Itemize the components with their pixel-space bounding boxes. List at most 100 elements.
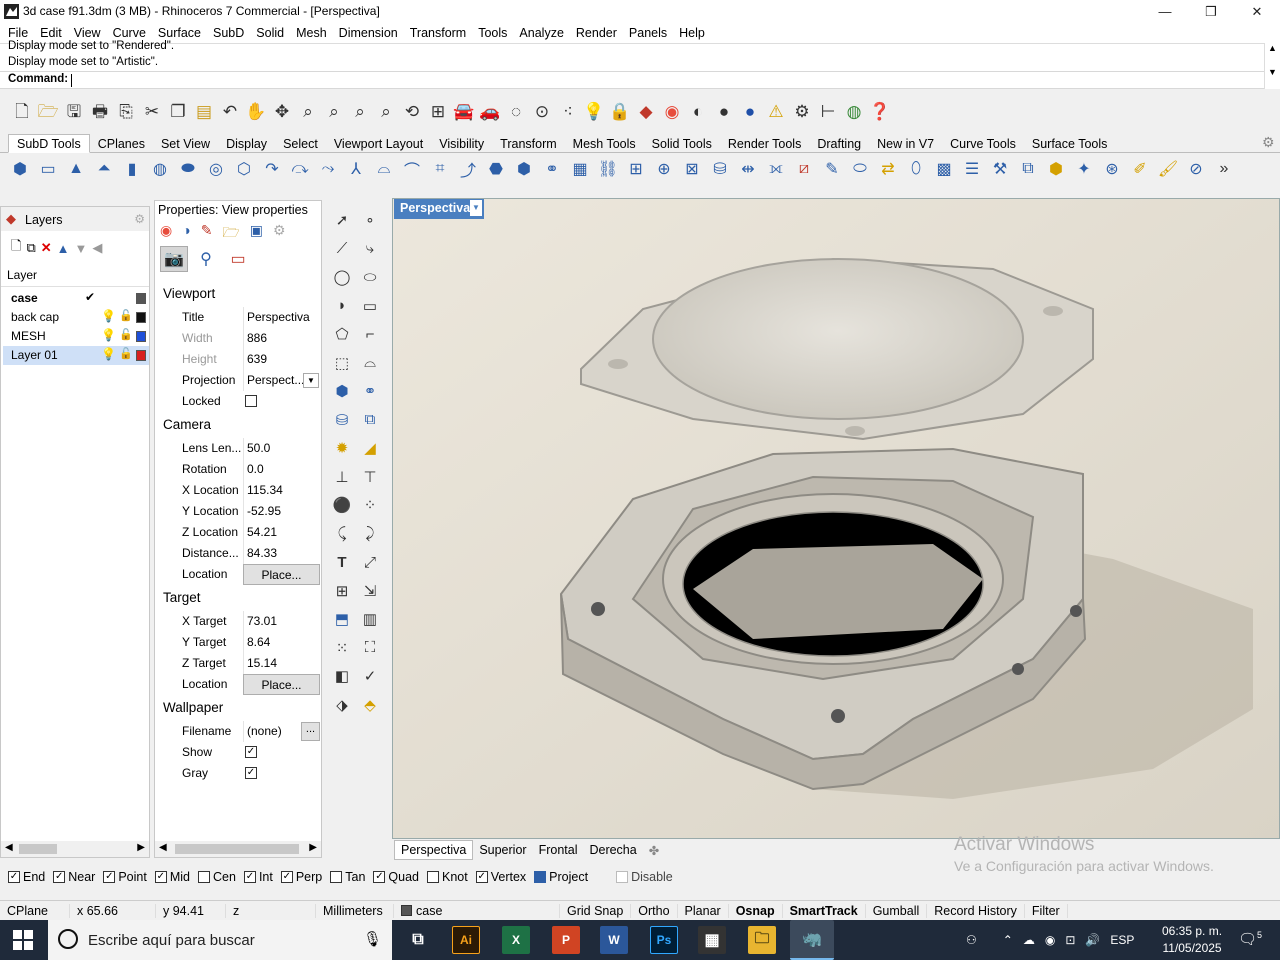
locked-checkbox[interactable] (245, 395, 257, 407)
tab-subd-tools[interactable]: SubD Tools (8, 134, 90, 153)
photoshop-icon[interactable]: Ps (650, 926, 678, 954)
cplane-indicator[interactable]: CPlane (0, 903, 70, 918)
y-location-field[interactable]: -52.95 (243, 501, 320, 522)
excel-icon[interactable]: X (502, 926, 530, 954)
viewport-menu-chevron-icon[interactable]: ▼ (470, 200, 482, 216)
arc-icon[interactable]: ◗ (328, 292, 356, 321)
subd-box-icon[interactable]: ⬢ (8, 157, 32, 181)
scroll-thumb[interactable] (19, 844, 57, 854)
move-up-icon[interactable]: ▲ (57, 241, 70, 256)
import-icon[interactable]: ⎘ (114, 99, 138, 123)
tab-drafting[interactable]: Drafting (809, 135, 869, 152)
viewport-title-tab[interactable]: Perspectiva ▼ (394, 199, 484, 219)
subd-extrude-icon[interactable]: ⬣ (484, 157, 508, 181)
osnap-quad[interactable]: ✓ Quad (373, 870, 419, 884)
light-icon[interactable]: ⬘ (356, 691, 384, 720)
tab-select[interactable]: Select (275, 135, 326, 152)
subd-flip-icon[interactable]: ⇄ (876, 157, 900, 181)
layer-unlock-icon[interactable]: 🔓 (119, 328, 133, 341)
tab-surface-tools[interactable]: Surface Tools (1024, 135, 1116, 152)
subd-sweep-icon[interactable]: ⌒ (400, 157, 424, 181)
menu-surface[interactable]: Surface (152, 26, 207, 40)
subd-star-icon[interactable]: ✦ (1072, 157, 1096, 181)
lights-icon[interactable]: ⚲ (192, 246, 220, 272)
subd-jar-icon[interactable]: ⛁ (708, 157, 732, 181)
osnap-project[interactable]: Project (534, 870, 588, 884)
add-viewport-tab-icon[interactable]: ✤ (643, 841, 665, 860)
language-indicator[interactable]: ESP (1110, 933, 1134, 947)
new-layer-icon[interactable]: 🗋 (11, 237, 21, 259)
explode-icon[interactable]: ⁘ (356, 491, 384, 520)
menu-help[interactable]: Help (673, 26, 711, 40)
menu-curve[interactable]: Curve (107, 26, 152, 40)
subd-link-icon[interactable]: ⛓ (596, 157, 620, 181)
panel-settings-gear-icon[interactable]: ⚙ (134, 212, 145, 226)
tab-solid-tools[interactable]: Solid Tools (644, 135, 720, 152)
microphone-icon[interactable]: 🎙 (363, 930, 382, 948)
osnap-knot[interactable]: Knot (427, 870, 468, 884)
pan-hand-icon[interactable]: ✋ (244, 99, 268, 123)
tab-visibility[interactable]: Visibility (431, 135, 492, 152)
osnap-vertex[interactable]: ✓ Vertex (475, 870, 526, 884)
menu-transform[interactable]: Transform (404, 26, 473, 40)
osnap-mid[interactable]: ✓ Mid (154, 870, 190, 884)
tray-chevron-up-icon[interactable]: ⌃ (1003, 933, 1013, 947)
gumball-toggle[interactable]: Gumball (866, 903, 928, 918)
layers-hscrollbar[interactable]: ◀ ▶ (1, 841, 149, 857)
layer-unlock-icon[interactable]: 🔓 (119, 309, 133, 322)
target-place-button[interactable]: Place... (243, 674, 320, 695)
points-icon[interactable]: ⁖ (556, 99, 580, 123)
browse-button[interactable]: ... (301, 722, 320, 741)
scale-icon[interactable]: ⤢ (356, 548, 384, 577)
more-tools-chevron-icon[interactable]: » (1212, 157, 1236, 181)
distance-field[interactable]: 84.33 (243, 543, 320, 564)
material-sphere-icon[interactable]: ◐ (686, 99, 710, 123)
curve-icon[interactable]: ⤷ (356, 235, 384, 264)
projection-select[interactable]: Perspect... (243, 370, 303, 391)
lock-icon[interactable]: 🔒 (608, 99, 632, 123)
gray-checkbox[interactable]: ✓ (245, 767, 257, 779)
task-view-icon[interactable]: ⧉ (404, 926, 432, 954)
text-icon[interactable]: T (328, 548, 356, 577)
subd-sphere-grid-icon[interactable]: ⊕ (652, 157, 676, 181)
select-arrow-icon[interactable]: ➚ (328, 206, 356, 235)
menu-dimension[interactable]: Dimension (333, 26, 404, 40)
point-icon[interactable]: ∘ (356, 206, 384, 235)
tab-mesh-tools[interactable]: Mesh Tools (565, 135, 644, 152)
z-location-field[interactable]: 54.21 (243, 522, 320, 543)
maximize-button[interactable]: ❒ (1188, 0, 1234, 23)
y-target-field[interactable]: 8.64 (243, 632, 320, 653)
tab-viewport-layout[interactable]: Viewport Layout (326, 135, 431, 152)
trim-icon[interactable]: ⊥ (328, 463, 356, 492)
osnap-perp[interactable]: ✓ Perp (280, 870, 322, 884)
rectangle-icon[interactable]: ▭ (356, 292, 384, 321)
subd-sphere-icon[interactable]: ◍ (148, 157, 172, 181)
subd-bridge-icon[interactable]: ⤴ (456, 157, 480, 181)
delete-layer-icon[interactable]: ✕ (41, 240, 52, 256)
osnap-tan[interactable]: Tan (330, 870, 365, 884)
copy-icon[interactable]: ❐ (166, 99, 190, 123)
subd-truncated-cone-icon[interactable]: ⏶ (92, 157, 116, 181)
x-target-field[interactable]: 73.01 (243, 611, 320, 632)
lens-length-field[interactable]: 50.0 (243, 438, 320, 459)
cut-icon[interactable]: ✂ (140, 99, 164, 123)
split-icon[interactable]: ⊤ (356, 463, 384, 492)
polyline-icon[interactable]: ⟋ (328, 235, 356, 264)
light-icon[interactable]: ⚠ (764, 99, 788, 123)
command-scrollbar[interactable]: ▲ ▼ (1264, 43, 1280, 89)
paste-icon[interactable]: ▤ (192, 99, 216, 123)
layer-color-swatch[interactable] (136, 293, 146, 304)
zoom-icon[interactable]: ⌕ (296, 99, 320, 123)
chevron-down-icon[interactable]: ▼ (303, 373, 319, 388)
history-icon[interactable]: ⛶ (356, 634, 384, 663)
color-tab-icon[interactable]: ◉ (160, 222, 172, 242)
box-icon[interactable]: ⬢ (328, 377, 356, 406)
rotate-view-icon[interactable]: ✥ (270, 99, 294, 123)
subd-convert-icon[interactable]: ⧉ (1016, 157, 1040, 181)
osnap-int[interactable]: ✓ Int (243, 870, 273, 884)
subd-align-icon[interactable]: ⇹ (736, 157, 760, 181)
info-tab-icon[interactable]: ▣ (250, 222, 263, 242)
current-layer-indicator[interactable]: case (394, 903, 560, 918)
subd-list-icon[interactable]: ☰ (960, 157, 984, 181)
mirror-icon[interactable]: ◢ (356, 434, 384, 463)
